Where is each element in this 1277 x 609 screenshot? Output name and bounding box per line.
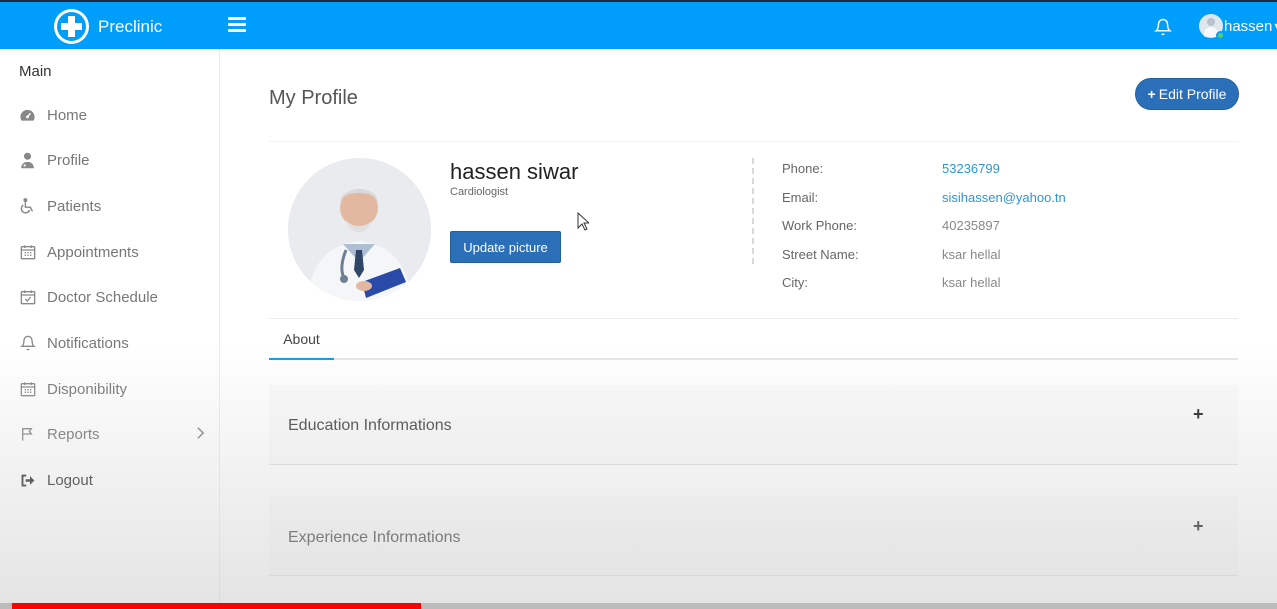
calendar-icon — [19, 381, 36, 398]
sidebar-item-profile[interactable]: Profile — [0, 140, 219, 180]
sidebar-item-disponibility[interactable]: Disponibility — [0, 369, 219, 409]
sidebar-item-home[interactable]: Home — [0, 95, 219, 135]
sidebar: Main Home Profile Patients Appointments … — [0, 49, 220, 609]
edit-profile-button[interactable]: + Edit Profile — [1135, 78, 1239, 110]
user-menu[interactable]: hassen ▾ — [1199, 14, 1277, 40]
experience-section[interactable]: Experience Informations + — [269, 496, 1238, 576]
sidebar-item-notifications[interactable]: Notifications — [0, 323, 219, 363]
sidebar-item-label: Notifications — [47, 334, 129, 352]
profile-card: hassen siwar Cardiologist Update picture… — [269, 141, 1238, 319]
chevron-right-icon — [197, 427, 205, 439]
notification-bell-icon[interactable] — [1154, 18, 1172, 36]
hamburger-menu-icon[interactable] — [228, 17, 246, 33]
brand[interactable]: Preclinic — [54, 9, 162, 44]
sidebar-item-logout[interactable]: Logout — [0, 460, 219, 500]
info-value: 40235897 — [942, 218, 1000, 233]
page-title: My Profile — [269, 87, 358, 109]
edit-profile-label: Edit Profile — [1158, 86, 1227, 102]
sidebar-title: Main — [19, 63, 52, 80]
info-value: ksar hellal — [942, 275, 1001, 290]
profile-photo — [288, 158, 431, 301]
sidebar-item-reports[interactable]: Reports — [0, 414, 219, 454]
sidebar-item-label: Profile — [47, 151, 90, 169]
info-label: City: — [782, 275, 808, 290]
calendar-check-icon — [19, 289, 36, 306]
sidebar-item-label: Patients — [47, 197, 102, 215]
flag-icon — [19, 426, 36, 443]
mouse-cursor-icon — [577, 212, 589, 231]
education-section[interactable]: Education Informations + — [269, 385, 1238, 465]
info-value: ksar hellal — [942, 247, 1001, 262]
update-picture-button[interactable]: Update picture — [450, 231, 561, 263]
calendar-icon — [19, 244, 36, 261]
section-title: Experience Informations — [288, 529, 461, 546]
online-status-dot — [1216, 31, 1225, 40]
sidebar-item-label: Appointments — [47, 243, 139, 261]
info-label: Work Phone: — [782, 218, 857, 233]
profile-name: hassen siwar — [450, 159, 579, 184]
email-link[interactable]: sisihassen@yahoo.tn — [942, 190, 1066, 205]
expand-plus-icon[interactable]: + — [1193, 404, 1204, 425]
sidebar-item-label: Reports — [47, 425, 100, 443]
avatar — [1199, 14, 1225, 40]
sign-out-icon — [19, 472, 36, 489]
sidebar-item-patients[interactable]: Patients — [0, 186, 219, 226]
video-progress-fill — [12, 603, 422, 609]
sidebar-item-doctor-schedule[interactable]: Doctor Schedule — [0, 277, 219, 317]
section-title: Education Informations — [288, 417, 452, 434]
sidebar-item-label: Logout — [47, 471, 93, 489]
video-progress-bar[interactable] — [0, 603, 1277, 609]
tab-about[interactable]: About — [269, 320, 334, 360]
sidebar-item-label: Disponibility — [47, 380, 128, 398]
divider — [752, 158, 754, 264]
profile-specialty: Cardiologist — [450, 186, 509, 198]
top-header: Preclinic hassen ▾ — [0, 0, 1277, 49]
phone-link[interactable]: 53236799 — [942, 161, 1000, 176]
sidebar-item-label: Home — [47, 106, 88, 124]
info-label: Street Name: — [782, 247, 859, 262]
expand-plus-icon[interactable]: + — [1193, 516, 1204, 537]
wheelchair-icon — [19, 197, 36, 215]
bell-icon — [19, 335, 36, 352]
main-content: My Profile + Edit Profile hassen siwar C… — [221, 49, 1277, 609]
sidebar-item-label: Doctor Schedule — [47, 288, 158, 306]
sidebar-item-appointments[interactable]: Appointments — [0, 232, 219, 272]
logo-icon — [54, 9, 89, 44]
user-name: hassen — [1224, 17, 1273, 35]
dashboard-icon — [19, 107, 36, 124]
plus-icon: + — [1147, 86, 1156, 102]
user-md-icon — [19, 152, 36, 169]
info-label: Email: — [782, 190, 819, 205]
info-label: Phone: — [782, 161, 824, 176]
profile-tabs: About — [269, 320, 1238, 360]
brand-name: Preclinic — [98, 16, 163, 36]
